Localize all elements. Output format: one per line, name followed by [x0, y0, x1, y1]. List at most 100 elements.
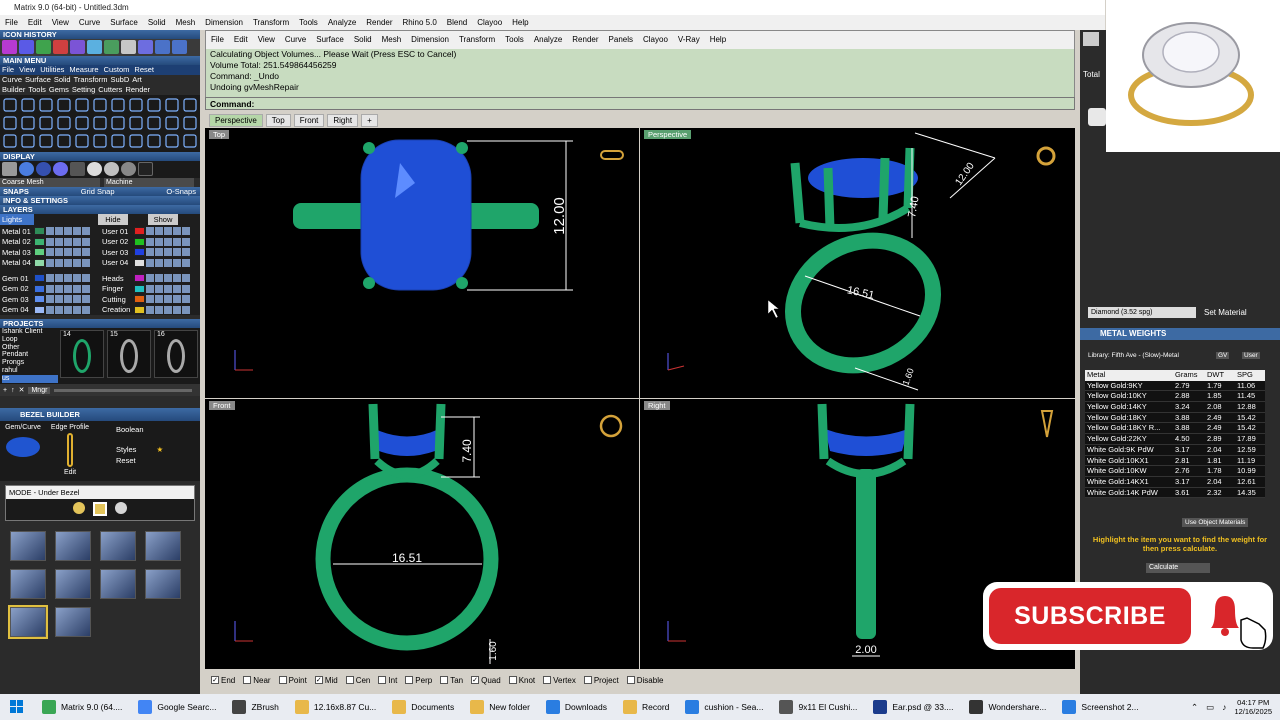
bezel-style-icon[interactable] [55, 531, 91, 561]
shaded-icon[interactable] [19, 162, 34, 176]
xray-icon[interactable] [70, 162, 85, 176]
layer-toggle-icon[interactable] [64, 248, 72, 257]
layer-toggle-icon[interactable] [73, 258, 81, 267]
layer-color-swatch[interactable] [134, 305, 145, 314]
layer-toggle-icon[interactable] [182, 295, 190, 304]
layer-toggle-icon[interactable] [82, 258, 90, 267]
column-header[interactable]: SPG [1235, 370, 1265, 381]
osnap-option[interactable]: ✓ End [211, 676, 235, 685]
osnap-option[interactable]: ✓ Mid [314, 676, 338, 685]
osnap-option[interactable]: Perp [405, 676, 432, 685]
layer-toggle-icon[interactable] [55, 227, 63, 236]
tool-icon[interactable] [57, 116, 71, 130]
command-menu-item[interactable]: Panels [604, 31, 638, 49]
forward-arrow-icon[interactable] [172, 40, 187, 54]
delete-icon[interactable]: ✕ [19, 386, 25, 394]
osnap-option[interactable]: ✓ Quad [471, 676, 501, 685]
tool-icon[interactable] [183, 116, 197, 130]
table-row[interactable]: White Gold:10KX1 2.81 1.81 11.19 [1085, 455, 1265, 467]
tool-icon[interactable] [75, 98, 89, 112]
main-menu-category[interactable]: Render [125, 85, 150, 94]
command-menu-item[interactable]: Surface [311, 31, 349, 49]
checkbox-icon[interactable] [243, 676, 252, 685]
project-slider[interactable] [54, 388, 192, 392]
history-tool-icon[interactable] [36, 40, 51, 54]
app-menu-item[interactable]: Solid [143, 15, 171, 30]
layer-toggle-icon[interactable] [146, 274, 154, 283]
bezel-style-icon[interactable] [100, 531, 136, 561]
layer-toggle-icon[interactable] [155, 227, 163, 236]
bezel-builder-header[interactable]: BEZEL BUILDER [0, 408, 200, 421]
tool-icon[interactable] [147, 98, 161, 112]
main-menu-category[interactable]: Builder [2, 85, 25, 94]
bezel-style-icon[interactable] [55, 569, 91, 599]
tool-icon[interactable] [129, 116, 143, 130]
bezel-style-icon[interactable] [10, 569, 46, 599]
layer-toggle-icon[interactable] [173, 258, 181, 267]
layer-toggle-icon[interactable] [46, 258, 54, 267]
viewport-tab[interactable]: + [361, 114, 378, 127]
layer-toggle-icon[interactable] [182, 274, 190, 283]
layer-toggle-icon[interactable] [182, 227, 190, 236]
viewport-front[interactable]: Front 16.51 7.40 1.60 [205, 399, 639, 669]
command-menu-item[interactable]: Transform [454, 31, 500, 49]
main-menu-header[interactable]: MAIN MENU [0, 56, 200, 65]
layer-color-swatch[interactable] [34, 258, 45, 267]
tool-icon[interactable] [57, 98, 71, 112]
tool-icon[interactable] [39, 98, 53, 112]
layer-toggle-icon[interactable] [82, 248, 90, 257]
layer-toggle-icon[interactable] [173, 295, 181, 304]
command-prompt[interactable]: Command: [205, 97, 1075, 110]
history-tool-icon[interactable] [121, 40, 136, 54]
gem-icon[interactable] [1088, 108, 1106, 126]
tool-icon[interactable] [21, 116, 35, 130]
layer-row[interactable]: Gem 02 [0, 284, 100, 295]
bell-icon[interactable] [1201, 590, 1271, 650]
history-tool-icon[interactable] [138, 40, 153, 54]
taskbar-app[interactable]: Matrix 9.0 (64.... [34, 694, 130, 720]
white-sphere-icon[interactable] [87, 162, 102, 176]
viewport-label[interactable]: Top [209, 130, 230, 139]
layer-toggle-icon[interactable] [182, 305, 190, 314]
layer-toggle-icon[interactable] [55, 274, 63, 283]
layer-toggle-icon[interactable] [64, 258, 72, 267]
tool-icon[interactable] [147, 116, 161, 130]
layer-toggle-icon[interactable] [73, 248, 81, 257]
layer-color-swatch[interactable] [134, 237, 145, 246]
boolean-option[interactable]: Boolean [116, 424, 198, 435]
layer-toggle-icon[interactable] [46, 248, 54, 257]
history-tool-icon[interactable] [53, 40, 68, 54]
panel-icon[interactable] [1083, 32, 1099, 46]
show-button[interactable]: Show [148, 214, 178, 225]
layer-row[interactable]: Metal 01 [0, 226, 100, 237]
layer-toggle-icon[interactable] [182, 258, 190, 267]
app-menu-item[interactable]: Render [361, 15, 397, 30]
volume-icon[interactable]: ♪ [1222, 702, 1226, 712]
bezel-style-icon[interactable] [100, 569, 136, 599]
command-menu-item[interactable]: Dimension [406, 31, 454, 49]
tool-icon[interactable] [57, 134, 71, 148]
manager-button[interactable]: Mngr [28, 386, 51, 394]
add-icon[interactable]: + [3, 387, 7, 394]
history-tool-icon[interactable] [2, 40, 17, 54]
gem-curve-pick[interactable]: Gem/Curve [2, 424, 44, 478]
osnap-option[interactable]: Disable [626, 676, 663, 685]
command-menu-item[interactable]: Help [705, 31, 731, 49]
subscribe-overlay[interactable]: SUBSCRIBE [983, 582, 1273, 650]
bezel-style-icon[interactable] [55, 607, 91, 637]
back-arrow-icon[interactable] [155, 40, 170, 54]
taskbar-app[interactable]: Screenshot 2... [1054, 694, 1146, 720]
layer-toggle-icon[interactable] [155, 284, 163, 293]
project-folder[interactable]: Prongs [2, 359, 58, 367]
grid-snap-toggle[interactable]: Grid Snap [81, 187, 115, 196]
edge-profile-pick[interactable]: Edge Profile Edit [48, 424, 92, 478]
app-menu-item[interactable]: Tools [294, 15, 323, 30]
layer-toggle-icon[interactable] [164, 284, 172, 293]
tool-icon[interactable] [93, 116, 107, 130]
layer-row[interactable]: User 01 [100, 226, 200, 237]
osnap-option[interactable]: Cen [345, 676, 370, 685]
layer-toggle-icon[interactable] [73, 227, 81, 236]
checkbox-icon[interactable] [378, 676, 387, 685]
table-row[interactable]: White Gold:9K PdW 3.17 2.04 12.59 [1085, 444, 1265, 456]
checkbox-icon[interactable] [345, 676, 354, 685]
